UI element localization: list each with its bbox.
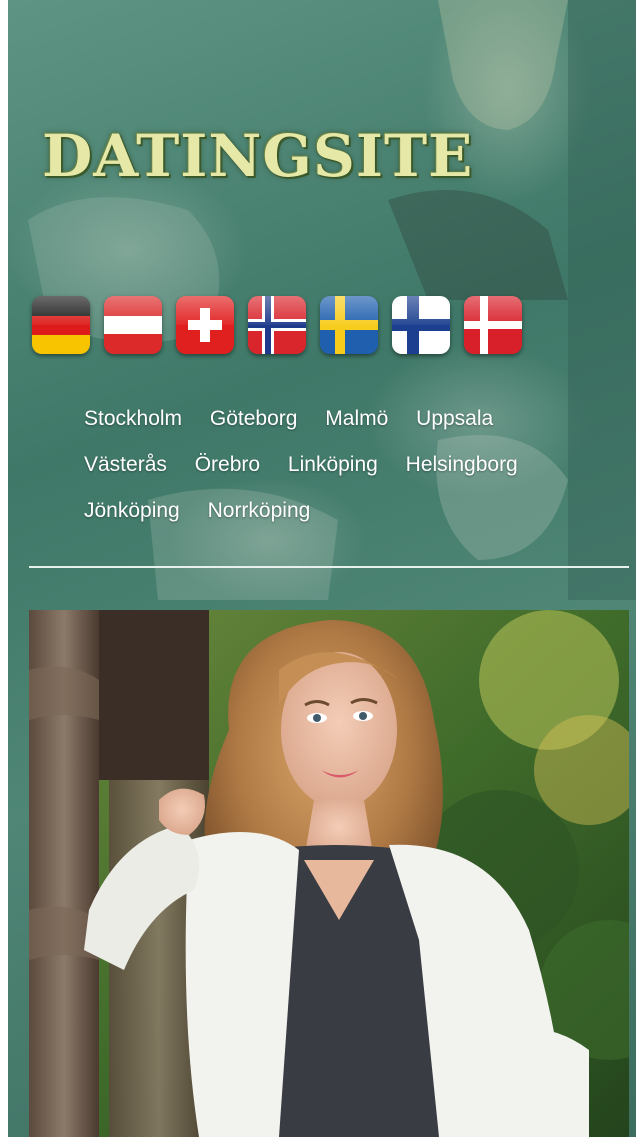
city-link-jonkoping[interactable]: Jönköping [84,488,180,534]
flag-austria-icon[interactable] [104,296,162,354]
city-link-helsingborg[interactable]: Helsingborg [406,442,518,488]
city-link-norrkoping[interactable]: Norrköping [208,488,311,534]
city-link-goteborg[interactable]: Göteborg [210,396,298,442]
flag-sweden-icon[interactable] [320,296,378,354]
section-divider [29,566,629,568]
city-link-stockholm[interactable]: Stockholm [84,396,182,442]
page: DATINGSITE Stockholm Göteborg Malmö Upps… [8,0,636,1137]
flag-norway-icon[interactable] [248,296,306,354]
hero-photo [29,610,629,1137]
hero-woman-illustration [29,610,629,1137]
site-logo[interactable]: DATINGSITE [42,122,473,190]
city-link-uppsala[interactable]: Uppsala [416,396,493,442]
city-links: Stockholm Göteborg Malmö Uppsala Västerå… [84,396,604,534]
city-link-vasteras[interactable]: Västerås [84,442,167,488]
flag-finland-icon[interactable] [392,296,450,354]
flag-denmark-icon[interactable] [464,296,522,354]
flag-switzerland-icon[interactable] [176,296,234,354]
flag-germany-icon[interactable] [32,296,90,354]
city-link-linkoping[interactable]: Linköping [288,442,378,488]
city-link-orebro[interactable]: Örebro [195,442,260,488]
city-link-malmo[interactable]: Malmö [325,396,388,442]
country-flags [32,296,522,354]
